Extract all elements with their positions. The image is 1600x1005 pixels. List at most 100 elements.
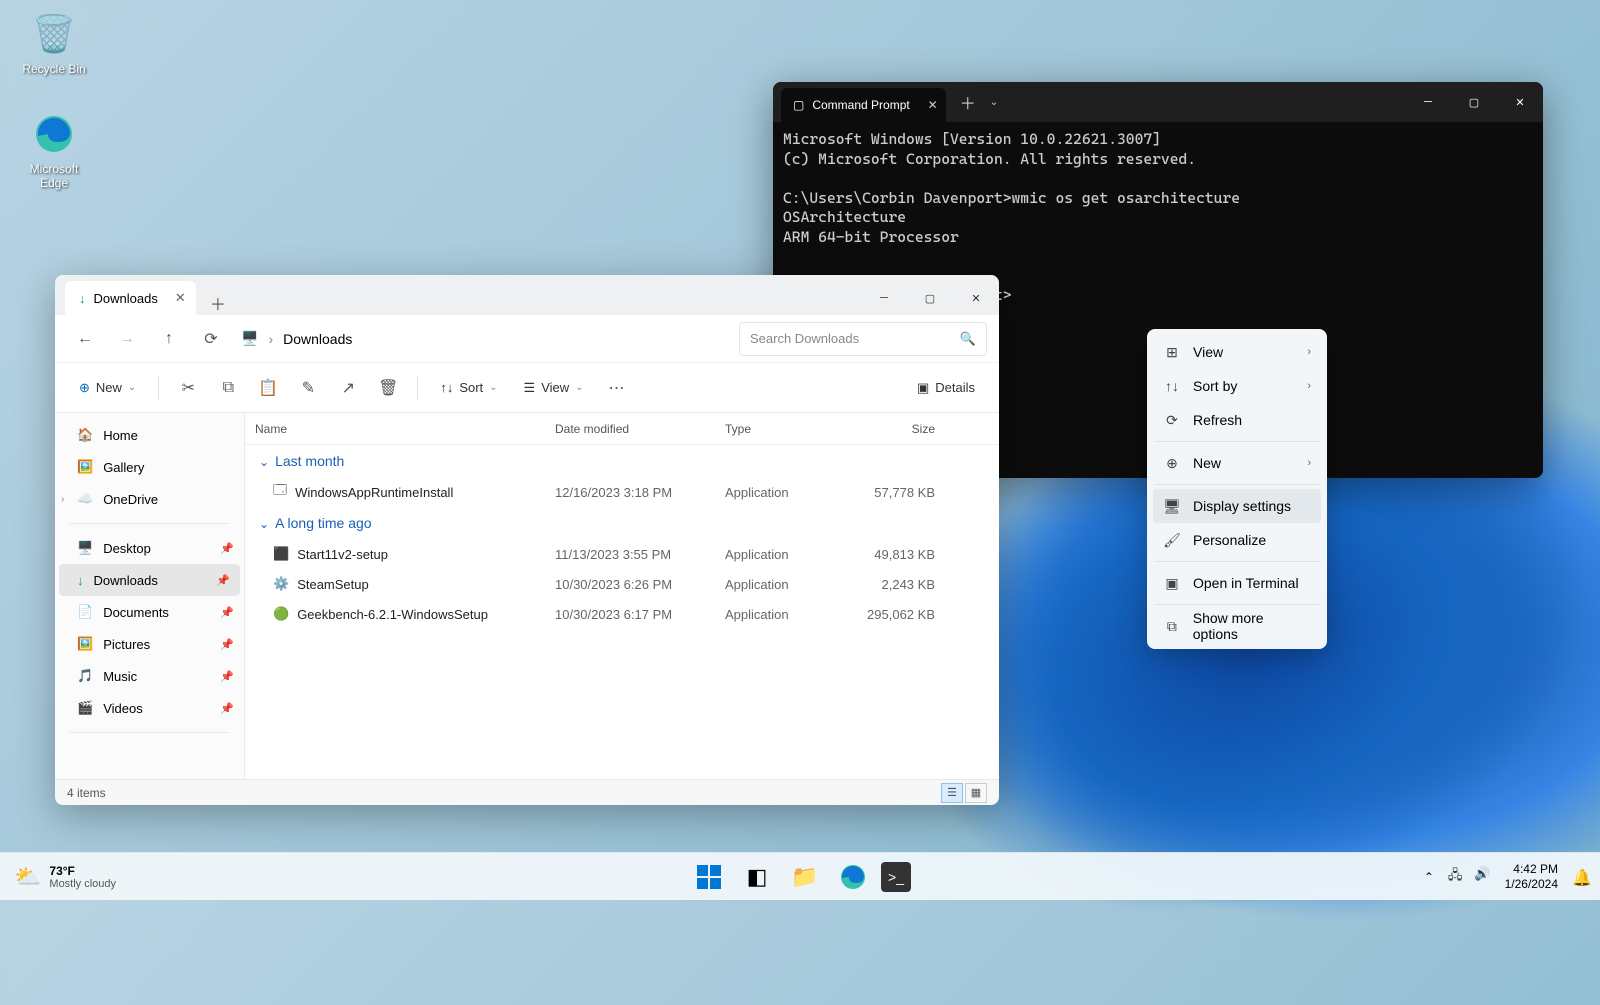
desktop-icon-label: Recycle Bin xyxy=(16,62,92,76)
personalize-icon: 🖌 xyxy=(1163,532,1181,549)
taskview-button[interactable]: ◧ xyxy=(737,857,777,897)
sidebar-pictures[interactable]: 🖼️Pictures📌 xyxy=(55,628,244,660)
explorer-window: ↓ Downloads ✕ ＋ ─ ▢ ✕ ← → ↑ ⟳ 🖥️ › Downl… xyxy=(55,275,999,805)
new-icon: ⊕ xyxy=(1163,455,1181,472)
new-button[interactable]: ⊕New⌄ xyxy=(69,371,146,405)
ctx-open-terminal[interactable]: ▣Open in Terminal xyxy=(1153,566,1321,600)
sidebar-downloads[interactable]: ↓Downloads📌 xyxy=(59,564,240,596)
cut-icon[interactable]: ✂ xyxy=(171,371,205,405)
col-date[interactable]: Date modified xyxy=(545,422,715,436)
taskbar-explorer[interactable]: 📁 xyxy=(785,857,825,897)
more-icon[interactable]: ⋯ xyxy=(600,371,634,405)
tray-chevron-icon[interactable]: ⌃ xyxy=(1424,870,1434,884)
search-input[interactable]: Search Downloads 🔍 xyxy=(739,322,987,356)
pin-icon[interactable]: 📌 xyxy=(220,606,234,619)
maximize-button[interactable]: ▢ xyxy=(907,281,953,315)
pin-icon[interactable]: 📌 xyxy=(220,702,234,715)
clock-date: 1/26/2024 xyxy=(1505,877,1558,891)
taskbar-terminal[interactable]: >_ xyxy=(881,862,911,892)
start-button[interactable] xyxy=(689,857,729,897)
app-icon: ⬛ xyxy=(273,546,289,562)
file-row[interactable]: 🟢Geekbench-6.2.1-WindowsSetup 10/30/2023… xyxy=(245,599,999,629)
close-button[interactable]: ✕ xyxy=(1497,82,1543,122)
ctx-refresh[interactable]: ⟳Refresh xyxy=(1153,403,1321,437)
desktop-context-menu: ⊞View› ↑↓Sort by› ⟳Refresh ⊕New› 🖥Displa… xyxy=(1147,329,1327,649)
ctx-show-more[interactable]: ⧉Show more options xyxy=(1153,609,1321,643)
back-button[interactable]: ← xyxy=(67,321,103,357)
copy-icon[interactable]: ⧉ xyxy=(211,371,245,405)
file-row[interactable]: 🗔WindowsAppRuntimeInstall 12/16/2023 3:1… xyxy=(245,477,999,507)
pin-icon[interactable]: 📌 xyxy=(220,638,234,651)
thumbnails-view-button[interactable]: ▦ xyxy=(965,783,987,803)
group-long-ago[interactable]: A long time ago xyxy=(245,507,999,539)
chevron-right-icon[interactable]: › xyxy=(61,494,64,505)
taskbar-clock[interactable]: 4:42 PM 1/26/2024 xyxy=(1505,862,1558,891)
explorer-tab-title: Downloads xyxy=(94,291,158,306)
pin-icon[interactable]: 📌 xyxy=(220,542,234,555)
pin-icon[interactable]: 📌 xyxy=(216,574,230,587)
sort-button[interactable]: ↑↓Sort⌄ xyxy=(430,371,507,405)
view-button[interactable]: ☰View⌄ xyxy=(514,371,594,405)
forward-button[interactable]: → xyxy=(109,321,145,357)
ctx-personalize[interactable]: 🖌Personalize xyxy=(1153,523,1321,557)
tab-close-icon[interactable]: ✕ xyxy=(175,290,186,306)
network-icon[interactable]: 🖧 xyxy=(1448,866,1463,888)
taskbar-weather[interactable]: ⛅ 73°F Mostly cloudy xyxy=(14,864,116,890)
sidebar-documents[interactable]: 📄Documents📌 xyxy=(55,596,244,628)
sidebar-gallery[interactable]: 🖼️Gallery xyxy=(55,451,244,483)
group-last-month[interactable]: Last month xyxy=(245,445,999,477)
breadcrumb-current[interactable]: Downloads xyxy=(283,331,352,347)
close-button[interactable]: ✕ xyxy=(953,281,999,315)
ctx-new[interactable]: ⊕New› xyxy=(1153,446,1321,480)
recycle-bin-icon: 🗑️ xyxy=(30,10,78,58)
explorer-tab[interactable]: ↓ Downloads ✕ xyxy=(65,281,196,315)
maximize-button[interactable]: ▢ xyxy=(1451,82,1497,122)
sidebar-videos[interactable]: 🎬Videos📌 xyxy=(55,692,244,724)
terminal-dropdown-icon[interactable]: ⌄ xyxy=(990,97,998,108)
search-icon: 🔍 xyxy=(960,331,976,347)
app-icon: 🗔 xyxy=(273,481,287,503)
notifications-icon[interactable]: 🔔 xyxy=(1572,868,1590,886)
terminal-icon: ▣ xyxy=(1163,575,1181,592)
volume-icon[interactable]: 🔊 xyxy=(1474,866,1490,888)
sidebar-home[interactable]: 🏠Home xyxy=(55,419,244,451)
col-name[interactable]: Name xyxy=(245,422,545,436)
sidebar-onedrive[interactable]: ›☁️OneDrive xyxy=(55,483,244,515)
file-row[interactable]: ⚙️SteamSetup 10/30/2023 6:26 PMApplicati… xyxy=(245,569,999,599)
explorer-new-tab[interactable]: ＋ xyxy=(196,291,240,315)
sidebar-desktop[interactable]: 🖥️Desktop📌 xyxy=(55,532,244,564)
tab-close-icon[interactable]: ✕ xyxy=(928,98,938,112)
ctx-display-settings[interactable]: 🖥Display settings xyxy=(1153,489,1321,523)
terminal-titlebar[interactable]: ▢ Command Prompt ✕ ＋ ⌄ ─ ▢ ✕ xyxy=(773,82,1543,122)
col-type[interactable]: Type xyxy=(715,422,845,436)
terminal-tab[interactable]: ▢ Command Prompt ✕ xyxy=(781,88,946,122)
details-view-button[interactable]: ☰ xyxy=(941,783,963,803)
details-button[interactable]: ▣Details xyxy=(907,371,985,405)
file-row[interactable]: ⬛Start11v2-setup 11/13/2023 3:55 PMAppli… xyxy=(245,539,999,569)
chevron-right-icon: › xyxy=(1307,380,1311,392)
pc-icon[interactable]: 🖥️ xyxy=(241,330,258,347)
desktop-icon-edge[interactable]: Microsoft Edge xyxy=(16,110,92,190)
ctx-sort[interactable]: ↑↓Sort by› xyxy=(1153,369,1321,403)
chevron-right-icon[interactable]: › xyxy=(268,331,273,347)
chevron-right-icon: › xyxy=(1307,457,1311,469)
taskbar-edge[interactable] xyxy=(833,857,873,897)
paste-icon[interactable]: 📋 xyxy=(251,371,285,405)
minimize-button[interactable]: ─ xyxy=(861,281,907,315)
app-icon: 🟢 xyxy=(273,606,289,622)
desktop-icon-recycle-bin[interactable]: 🗑️ Recycle Bin xyxy=(16,10,92,76)
up-button[interactable]: ↑ xyxy=(151,321,187,357)
rename-icon[interactable]: ✎ xyxy=(291,371,325,405)
minimize-button[interactable]: ─ xyxy=(1405,82,1451,122)
terminal-new-tab[interactable]: ＋ xyxy=(946,90,990,114)
documents-icon: 📄 xyxy=(77,604,93,620)
refresh-button[interactable]: ⟳ xyxy=(193,321,229,357)
sidebar-music[interactable]: 🎵Music📌 xyxy=(55,660,244,692)
col-size[interactable]: Size xyxy=(845,422,945,436)
pin-icon[interactable]: 📌 xyxy=(220,670,234,683)
pictures-icon: 🖼️ xyxy=(77,636,93,652)
share-icon[interactable]: ↗ xyxy=(331,371,365,405)
delete-icon[interactable]: 🗑 xyxy=(371,371,405,405)
explorer-file-list: Name Date modified Type Size Last month … xyxy=(245,413,999,779)
ctx-view[interactable]: ⊞View› xyxy=(1153,335,1321,369)
